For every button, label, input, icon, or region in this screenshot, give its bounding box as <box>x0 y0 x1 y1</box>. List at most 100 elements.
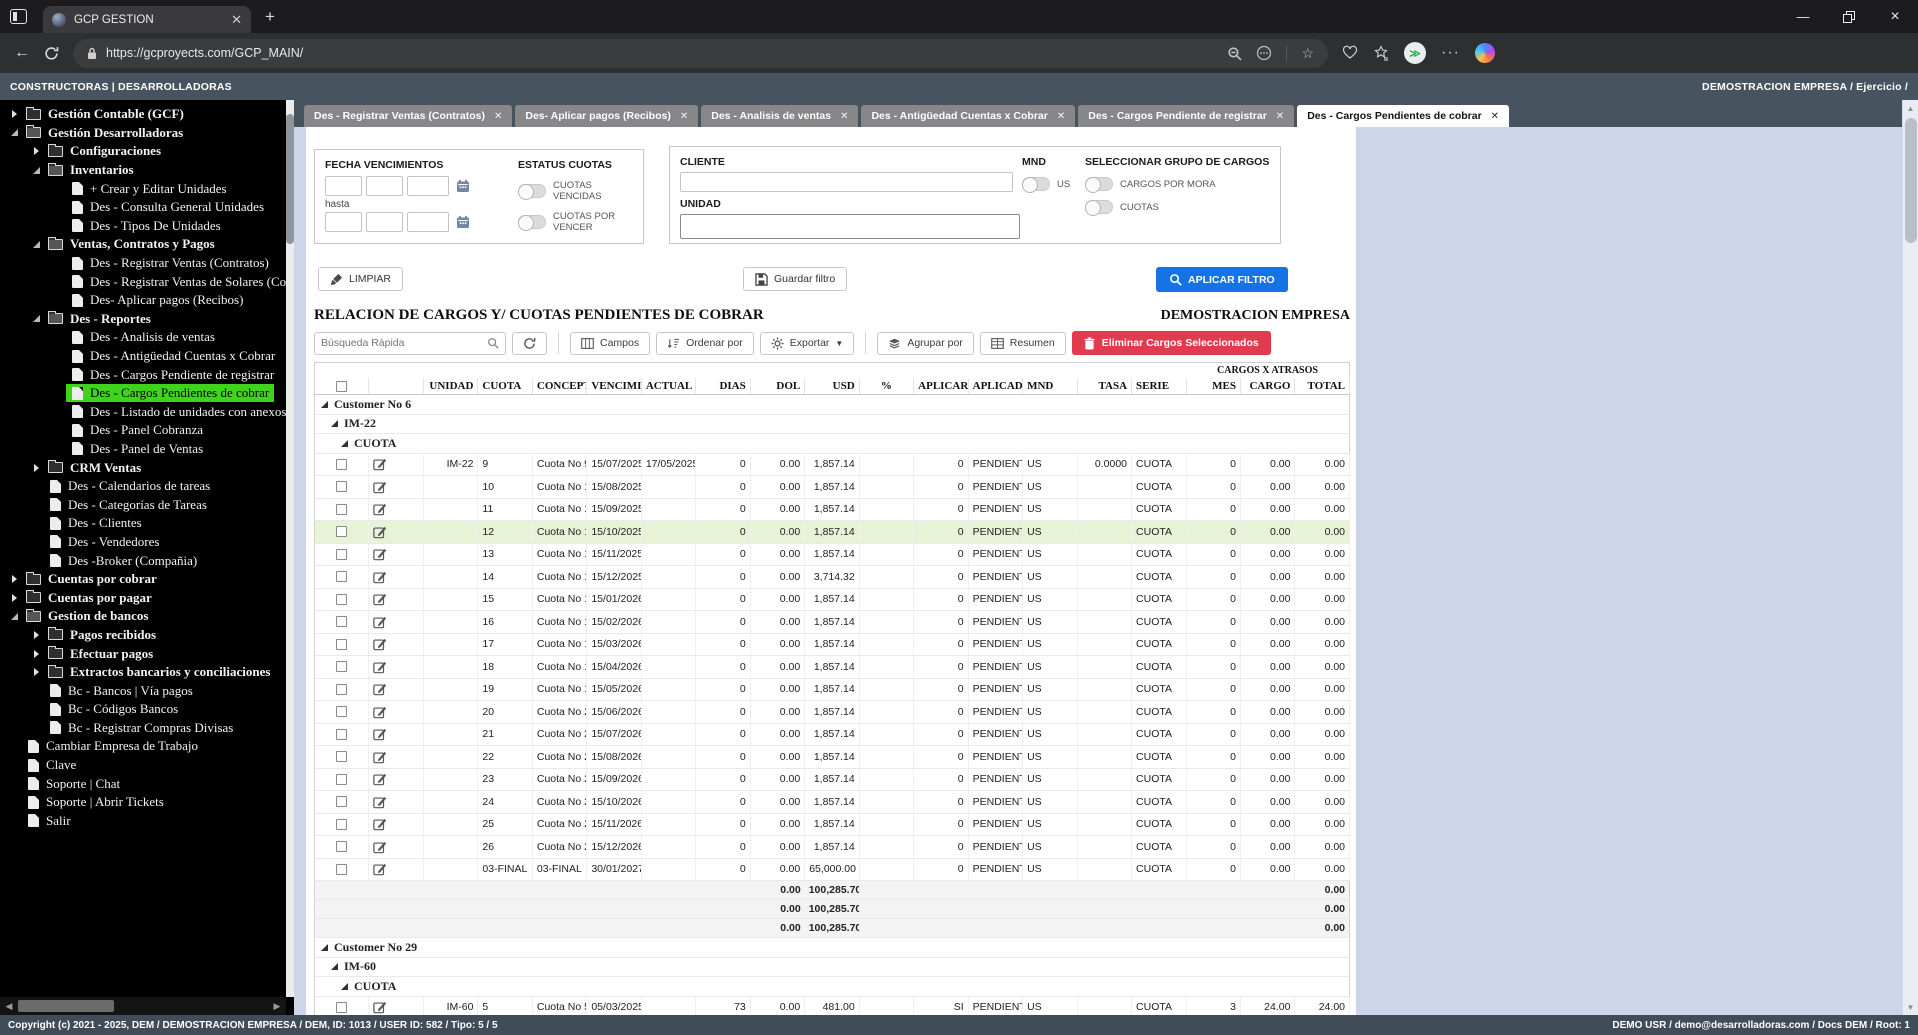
quick-search-input[interactable] <box>321 337 483 349</box>
sidebar-item[interactable]: Gestión Desarrolladoras <box>0 124 294 143</box>
fecha-desde-mes[interactable] <box>366 176 403 196</box>
edit-row-button[interactable] <box>368 996 424 1015</box>
new-tab-button[interactable]: + <box>265 7 275 27</box>
sidebar-item[interactable]: Des - Panel Cobranza <box>0 421 294 440</box>
tree-expanded-icon[interactable] <box>8 613 20 620</box>
edit-row-button[interactable] <box>368 700 424 724</box>
table-row[interactable]: 11Cuota No 1115/09/202500.001,857.140PEN… <box>314 498 1350 521</box>
column-header-vencimiento[interactable]: VENCIMIENTO <box>586 378 642 395</box>
row-checkbox[interactable] <box>336 773 348 785</box>
sidebar-item[interactable]: Configuraciones <box>0 142 294 161</box>
table-row[interactable]: 21Cuota No 2115/07/202600.001,857.140PEN… <box>314 723 1350 746</box>
table-row[interactable]: 13Cuota No 1315/11/202500.001,857.140PEN… <box>314 543 1350 566</box>
tree-collapsed-icon[interactable] <box>30 464 42 472</box>
tab-close-icon[interactable]: ✕ <box>231 12 242 28</box>
sidebar-item[interactable]: Extractos bancarios y conciliaciones <box>0 663 294 682</box>
sidebar-item[interactable]: Salir <box>0 812 294 831</box>
sidebar-item[interactable]: Bc - Códigos Bancos <box>0 700 294 719</box>
collapse-triangle-icon[interactable] <box>321 400 328 408</box>
group-row[interactable]: Customer No 29 <box>314 937 1350 958</box>
row-checkbox[interactable] <box>336 796 348 808</box>
cliente-input[interactable] <box>680 172 1013 192</box>
toggle-cargos-por-mora[interactable] <box>1085 176 1113 193</box>
column-header-cargo[interactable]: CARGO <box>1240 378 1296 395</box>
table-row[interactable]: 15Cuota No 1515/01/202600.001,857.140PEN… <box>314 588 1350 611</box>
row-checkbox[interactable] <box>336 593 348 605</box>
sidebar-item[interactable]: Des - Categorías de Tareas <box>0 495 294 514</box>
content-vscrollbar-thumb[interactable] <box>1905 118 1917 243</box>
sidebar-item[interactable]: Clave <box>0 756 294 775</box>
tree-collapsed-icon[interactable] <box>30 631 42 639</box>
tree-collapsed-icon[interactable] <box>8 110 20 118</box>
edit-row-button[interactable] <box>368 768 424 791</box>
app-tab[interactable]: Des - Antigüedad Cuentas x Cobrar ✕ <box>861 105 1076 127</box>
row-checkbox[interactable] <box>336 841 348 853</box>
tree-collapsed-icon[interactable] <box>30 650 42 658</box>
calendar-button-desde[interactable] <box>453 176 473 196</box>
unidad-input[interactable] <box>680 214 1020 239</box>
edit-row-button[interactable] <box>368 678 424 701</box>
collapse-triangle-icon[interactable] <box>321 943 328 951</box>
sidebar-item[interactable]: Des - Cargos Pendientes de cobrar <box>0 384 294 403</box>
edit-row-button[interactable] <box>368 813 424 836</box>
toggle-cuotas-vencidas[interactable] <box>518 183 546 200</box>
sidebar-item[interactable]: Cuentas por cobrar <box>0 570 294 589</box>
sidebar-item[interactable]: Des- Aplicar pagos (Recibos) <box>0 291 294 310</box>
row-checkbox[interactable] <box>336 548 348 560</box>
group-row[interactable]: IM-60 <box>314 957 1350 977</box>
scroll-left-icon[interactable]: ◀ <box>0 1001 18 1012</box>
edit-row-button[interactable] <box>368 475 424 499</box>
restore-button[interactable] <box>1826 0 1872 33</box>
fecha-desde-anio[interactable] <box>407 176 449 196</box>
tab-close-icon[interactable]: ✕ <box>1057 111 1065 122</box>
resumen-button[interactable]: Resumen <box>979 331 1066 355</box>
sidebar-item[interactable]: Des - Tipos De Unidades <box>0 217 294 236</box>
table-row[interactable]: 14Cuota No 1415/12/202500.003,714.320PEN… <box>314 565 1350 589</box>
refresh-icon[interactable] <box>44 46 59 61</box>
tree-expanded-icon[interactable] <box>30 241 42 248</box>
column-header-cuota[interactable]: CUOTA <box>477 378 533 395</box>
column-header-usd[interactable]: USD <box>804 378 860 395</box>
table-row[interactable]: 18Cuota No 1815/04/202600.001,857.140PEN… <box>314 655 1350 679</box>
ordenar-por-button[interactable]: Ordenar por <box>656 331 754 355</box>
tree-collapsed-icon[interactable] <box>8 575 20 583</box>
scroll-up-icon[interactable]: ▲ <box>1903 100 1918 116</box>
edit-row-button[interactable] <box>368 588 424 611</box>
sidebar-item[interactable]: Soporte | Abrir Tickets <box>0 793 294 812</box>
sidebar-item[interactable]: Des - Panel de Ventas <box>0 440 294 459</box>
row-checkbox[interactable] <box>336 863 348 875</box>
url-field[interactable]: https://gcproyects.com/GCP_MAIN/ ☆ <box>73 38 1328 68</box>
row-checkbox[interactable] <box>336 1001 348 1013</box>
calendar-button-hasta[interactable] <box>453 212 473 232</box>
scroll-down-icon[interactable]: ▼ <box>1903 999 1918 1015</box>
copilot-icon[interactable] <box>1474 43 1495 63</box>
group-row[interactable]: CUOTA <box>314 976 1350 997</box>
row-checkbox[interactable] <box>336 503 348 515</box>
fecha-hasta-mes[interactable] <box>366 212 403 232</box>
edit-row-button[interactable] <box>368 745 424 769</box>
edit-row-button[interactable] <box>368 723 424 746</box>
refresh-grid-button[interactable] <box>512 331 547 355</box>
sidebar-item[interactable]: Cambiar Empresa de Trabajo <box>0 737 294 756</box>
app-tab[interactable]: Des - Registrar Ventas (Contratos) ✕ <box>304 105 513 127</box>
column-header-total[interactable]: TOTAL <box>1294 378 1350 395</box>
table-row[interactable]: 03-FINAL 03-FINAL 30/01/2027 0 0.00 65,000.00… <box>314 858 1350 881</box>
collections-icon[interactable] <box>1373 45 1389 61</box>
sidebar-item[interactable]: Des - Registrar Ventas de Solares (Contr… <box>0 272 294 291</box>
app-tab[interactable]: Des - Cargos Pendiente de registrar ✕ <box>1078 105 1295 127</box>
scroll-right-icon[interactable]: ▶ <box>268 1001 286 1012</box>
tab-close-icon[interactable]: ✕ <box>680 111 688 122</box>
quick-search[interactable] <box>314 331 506 355</box>
table-row[interactable]: 22Cuota No 2215/08/202600.001,857.140PEN… <box>314 745 1350 769</box>
table-row[interactable]: 10Cuota No 1015/08/202500.001,857.140PEN… <box>314 475 1350 499</box>
zoom-out-icon[interactable] <box>1227 46 1242 61</box>
browser-tab[interactable]: GCP GESTION ✕ <box>43 6 251 33</box>
sidebar-item[interactable]: Des - Registrar Ventas (Contratos) <box>0 254 294 273</box>
column-header-dias[interactable]: DIAS <box>695 378 751 395</box>
edit-row-button[interactable] <box>368 565 424 589</box>
tree-expanded-icon[interactable] <box>30 167 42 174</box>
sidebar-item[interactable]: + Crear y Editar Unidades <box>0 179 294 198</box>
tree-collapsed-icon[interactable] <box>8 594 20 602</box>
group-row[interactable]: IM-22 <box>314 414 1350 434</box>
table-row[interactable]: 17Cuota No 1715/03/202600.001,857.140PEN… <box>314 633 1350 656</box>
